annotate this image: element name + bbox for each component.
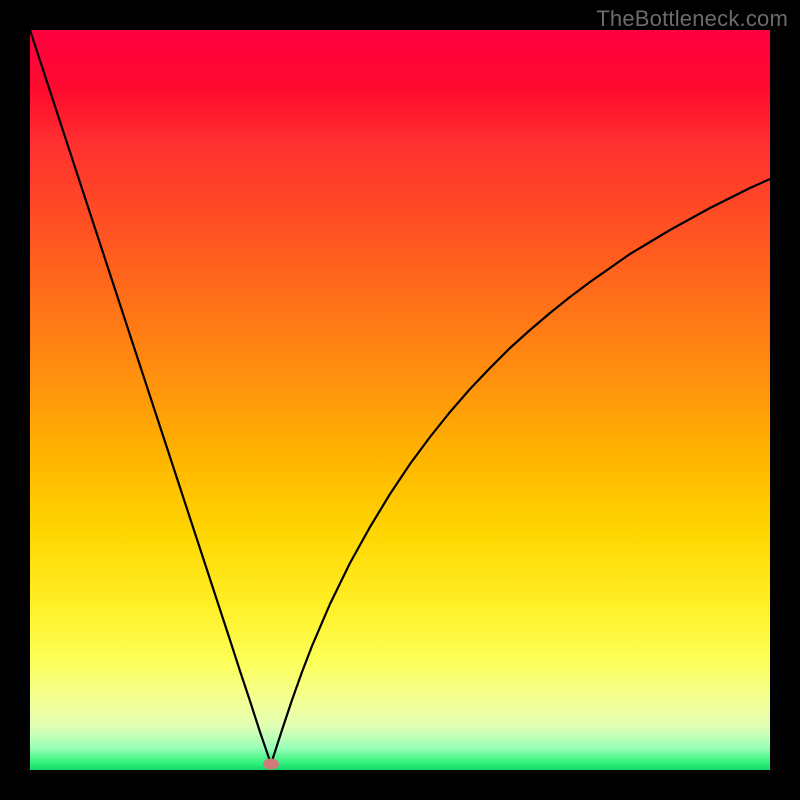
watermark-text: TheBottleneck.com — [596, 6, 788, 32]
minimum-marker — [263, 759, 279, 770]
bottleneck-curve — [30, 30, 770, 770]
chart-plot-area — [30, 30, 770, 770]
